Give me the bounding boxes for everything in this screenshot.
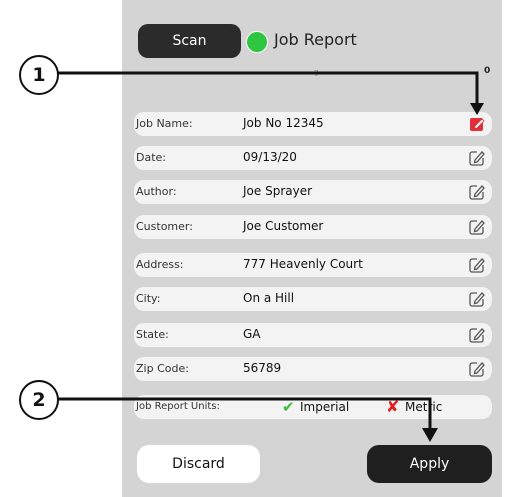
callout-2: 2: [19, 380, 59, 420]
callout-lines: [56, 71, 484, 442]
callout-1: 1: [19, 55, 59, 95]
